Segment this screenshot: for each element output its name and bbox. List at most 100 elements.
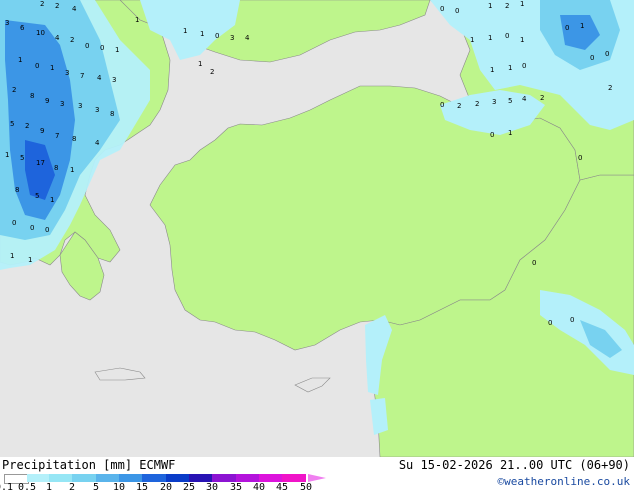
- forecast-datetime: Su 15-02-2026 21..00 UTC (06+90): [398, 458, 630, 472]
- precip-value-label: 1: [28, 256, 32, 264]
- legend-tick-label: 15: [136, 482, 149, 493]
- precip-value-label: 2: [457, 102, 461, 110]
- precip-value-label: 0: [45, 226, 49, 234]
- precip-value-label: 5: [10, 120, 14, 128]
- precip-value-label: 1: [508, 64, 512, 72]
- legend-swatch: [259, 474, 282, 482]
- precip-value-label: 2: [540, 94, 544, 102]
- precip-value-label: 8: [72, 135, 76, 143]
- legend-tick-label: 25: [183, 482, 196, 493]
- legend-swatch: [142, 474, 166, 482]
- precip-value-label: 2: [70, 36, 74, 44]
- precip-value-label: 1: [18, 56, 22, 64]
- legend-tick-label: 35: [230, 482, 243, 493]
- precip-value-label: 0: [30, 224, 34, 232]
- precip-value-label: 0: [532, 259, 536, 267]
- legend-swatch: [96, 474, 119, 482]
- precip-value-label: 0: [522, 62, 526, 70]
- precip-value-label: 3: [5, 19, 9, 27]
- precip-value-label: 4: [522, 95, 527, 103]
- site-credit-link[interactable]: ©weatheronline.co.uk: [498, 475, 630, 488]
- precip-value-label: 1: [200, 30, 204, 38]
- precip-value-label: 1: [10, 252, 14, 260]
- precip-value-label: 1: [5, 151, 9, 159]
- legend-tick-label: 0.5: [18, 482, 37, 493]
- precip-value-label: 0: [605, 50, 609, 58]
- precip-value-label: 7: [55, 132, 59, 140]
- precip-value-label: 3: [230, 34, 234, 42]
- precip-value-label: 2: [40, 0, 44, 8]
- precip-value-label: 2: [25, 122, 29, 130]
- precip-value-label: 1: [470, 36, 474, 44]
- precip-value-label: 0: [490, 131, 494, 139]
- precip-value-label: 3: [492, 98, 496, 106]
- precip-value-label: 10: [36, 29, 45, 37]
- precip-value-label: 2: [505, 2, 509, 10]
- precip-value-label: 0: [85, 42, 89, 50]
- precip-value-label: 17: [36, 159, 45, 167]
- legend-swatch: [27, 474, 49, 482]
- legend-tick-label: 40: [253, 482, 266, 493]
- legend-tick-label: 30: [206, 482, 219, 493]
- precip-value-label: 5: [35, 192, 39, 200]
- legend-swatch: [49, 474, 72, 482]
- precip-value-label: 4: [55, 34, 60, 42]
- legend-swatch: [72, 474, 96, 482]
- precip-value-label: 0: [440, 101, 444, 109]
- legend-tick-label: 45: [276, 482, 289, 493]
- precipitation-map[interactable]: 2 2 4 3 6 10 4 2 1 0 1 3 7 4 3 2 8 9 3 3 3 8 5 2 9 7 8 4 1 5 17 8 1 8 5 1 0 0…: [0, 0, 634, 457]
- precip-value-label: 1: [520, 0, 524, 8]
- legend-tick-label: 1: [46, 482, 53, 493]
- precip-value-label: 4: [72, 5, 77, 13]
- precip-value-label: 5: [20, 154, 24, 162]
- precip-value-label: 1: [135, 16, 139, 24]
- precip-value-label: 0: [440, 5, 444, 13]
- precip-value-label: 0: [505, 32, 509, 40]
- precip-value-label: 1: [488, 34, 492, 42]
- legend-tick-label: 5: [93, 482, 100, 493]
- precip-value-label: 4: [97, 74, 102, 82]
- precip-value-label: 2: [608, 84, 612, 92]
- precip-value-label: 3: [112, 76, 116, 84]
- precip-value-label: 0: [100, 44, 104, 52]
- precip-value-label: 8: [15, 186, 19, 194]
- precip-value-label: 3: [95, 106, 99, 114]
- legend-tick-label: 20: [160, 482, 173, 493]
- precip-value-label: 0: [578, 154, 582, 162]
- precip-value-label: 1: [50, 64, 54, 72]
- legend-arrow-icon: [308, 474, 326, 482]
- precip-value-label: 4: [95, 139, 100, 147]
- precip-value-label: 1: [115, 46, 119, 54]
- precip-value-label: 4: [245, 34, 250, 42]
- precip-value-label: 6: [20, 24, 25, 32]
- legend-tick-label: 50: [300, 482, 313, 493]
- legend-swatch: [282, 474, 306, 482]
- precip-value-label: 2: [475, 100, 479, 108]
- precip-value-label: 2: [12, 86, 16, 94]
- precip-value-label: 9: [40, 127, 44, 135]
- precip-value-label: 1: [198, 60, 202, 68]
- precip-value-label: 0: [215, 32, 219, 40]
- precip-value-label: 8: [54, 164, 58, 172]
- legend-swatch: [189, 474, 212, 482]
- map-footer: Precipitation [mm] ECMWF Su 15-02-2026 2…: [0, 457, 634, 493]
- precip-value-label: 3: [60, 100, 64, 108]
- precip-value-label: 3: [65, 69, 69, 77]
- legend-swatch: [236, 474, 259, 482]
- precip-value-label: 0: [12, 219, 16, 227]
- precip-value-label: 1: [70, 166, 74, 174]
- precip-value-label: 8: [110, 110, 114, 118]
- legend-swatch: [119, 474, 142, 482]
- precip-value-label: 1: [520, 36, 524, 44]
- precip-value-label: 0: [548, 319, 552, 327]
- precip-value-label: 8: [30, 92, 34, 100]
- precip-value-label: 1: [50, 196, 54, 204]
- precip-value-label: 3: [78, 102, 82, 110]
- precip-value-label: 2: [210, 68, 214, 76]
- legend-swatch: [166, 474, 189, 482]
- precip-value-label: 0: [570, 316, 574, 324]
- legend-tick-label: 10: [113, 482, 126, 493]
- legend-tick-label: 2: [69, 482, 76, 493]
- precip-value-label: 7: [80, 72, 84, 80]
- precip-value-label: 0: [565, 24, 569, 32]
